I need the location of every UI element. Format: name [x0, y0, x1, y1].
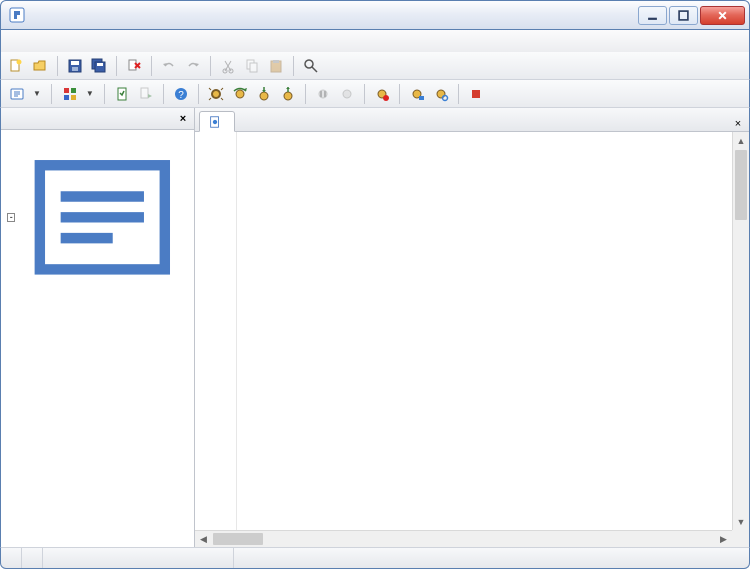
secondary-toolbar: ▼ ▼ ?	[0, 80, 750, 108]
status-bar	[0, 547, 750, 569]
chevron-down-icon: ▼	[33, 89, 41, 98]
menu-file[interactable]	[7, 39, 25, 43]
paste-button[interactable]	[265, 55, 287, 77]
scrollbar-corner	[732, 530, 749, 547]
status-insert-mode	[213, 548, 234, 568]
menu-search[interactable]	[43, 39, 61, 43]
iss-file-icon	[208, 115, 222, 129]
close-button[interactable]	[700, 6, 745, 25]
debug-breakpoint-button[interactable]	[371, 83, 393, 105]
tree-root-project[interactable]: -	[3, 132, 192, 303]
horizontal-scrollbar[interactable]: ◀ ▶	[195, 530, 732, 547]
open-file-button[interactable]	[29, 55, 51, 77]
chevron-down-icon: ▼	[86, 89, 94, 98]
minus-icon: -	[7, 213, 15, 222]
debug-evaluate-button[interactable]	[406, 83, 428, 105]
setup-options-icon	[9, 86, 25, 102]
tab-setup-iss[interactable]	[199, 111, 235, 132]
vertical-scrollbar[interactable]: ▲ ▼	[732, 132, 749, 530]
redo-button[interactable]	[182, 55, 204, 77]
status-line	[1, 548, 22, 568]
scrollbar-thumb[interactable]	[213, 533, 263, 545]
svg-text:?: ?	[178, 90, 184, 101]
title-bar	[0, 0, 750, 30]
copy-button[interactable]	[241, 55, 263, 77]
delete-button[interactable]	[123, 55, 145, 77]
debug-step-out-button[interactable]	[277, 83, 299, 105]
menu-bar	[0, 30, 750, 52]
scroll-up-arrow-icon[interactable]: ▲	[733, 132, 749, 149]
code-editor[interactable]: ▲ ▼ ◀ ▶	[195, 132, 749, 547]
main-toolbar	[0, 52, 750, 80]
debug-stop-disabled-button[interactable]	[336, 83, 358, 105]
scroll-down-arrow-icon[interactable]: ▼	[733, 513, 749, 530]
debug-step-over-button[interactable]	[229, 83, 251, 105]
line-number-gutter	[195, 132, 237, 547]
menu-tabs[interactable]	[133, 39, 151, 43]
debug-stop-button[interactable]	[465, 83, 487, 105]
search-button[interactable]	[300, 55, 322, 77]
status-column	[22, 548, 43, 568]
minimize-button[interactable]	[638, 6, 667, 25]
menu-view[interactable]	[61, 39, 79, 43]
editor-tabstrip: ×	[195, 108, 749, 132]
sections-panel-close-button[interactable]: ×	[176, 112, 190, 126]
debug-watch-button[interactable]	[430, 83, 452, 105]
menu-debug[interactable]	[97, 39, 115, 43]
sections-panel: × -	[1, 108, 195, 547]
scroll-left-arrow-icon[interactable]: ◀	[195, 531, 212, 547]
sections-tree[interactable]: -	[1, 130, 194, 547]
menu-tools[interactable]	[115, 39, 133, 43]
help-button[interactable]: ?	[170, 83, 192, 105]
debug-run-button[interactable]	[205, 83, 227, 105]
debug-pause-button[interactable]	[312, 83, 334, 105]
save-button[interactable]	[64, 55, 86, 77]
compile-run-button[interactable]	[135, 83, 157, 105]
debug-step-into-button[interactable]	[253, 83, 275, 105]
menu-edit[interactable]	[25, 39, 43, 43]
menu-help[interactable]	[151, 39, 169, 43]
compile-button[interactable]	[111, 83, 133, 105]
editor-area: × ▲ ▼ ◀ ▶	[195, 108, 749, 547]
sections-dropdown[interactable]: ▼	[58, 83, 98, 105]
sections-panel-header: ×	[1, 108, 194, 130]
setup-options-dropdown[interactable]: ▼	[5, 83, 45, 105]
sections-icon	[62, 86, 78, 102]
scrollbar-thumb[interactable]	[735, 150, 747, 220]
save-all-button[interactable]	[88, 55, 110, 77]
menu-project[interactable]	[79, 39, 97, 43]
project-icon	[19, 134, 186, 301]
new-file-button[interactable]	[5, 55, 27, 77]
tab-close-button[interactable]: ×	[731, 117, 745, 131]
maximize-button[interactable]	[669, 6, 698, 25]
code-content[interactable]	[237, 132, 749, 547]
scroll-right-arrow-icon[interactable]: ▶	[715, 531, 732, 547]
cut-button[interactable]	[217, 55, 239, 77]
undo-button[interactable]	[158, 55, 180, 77]
app-icon	[9, 7, 25, 23]
